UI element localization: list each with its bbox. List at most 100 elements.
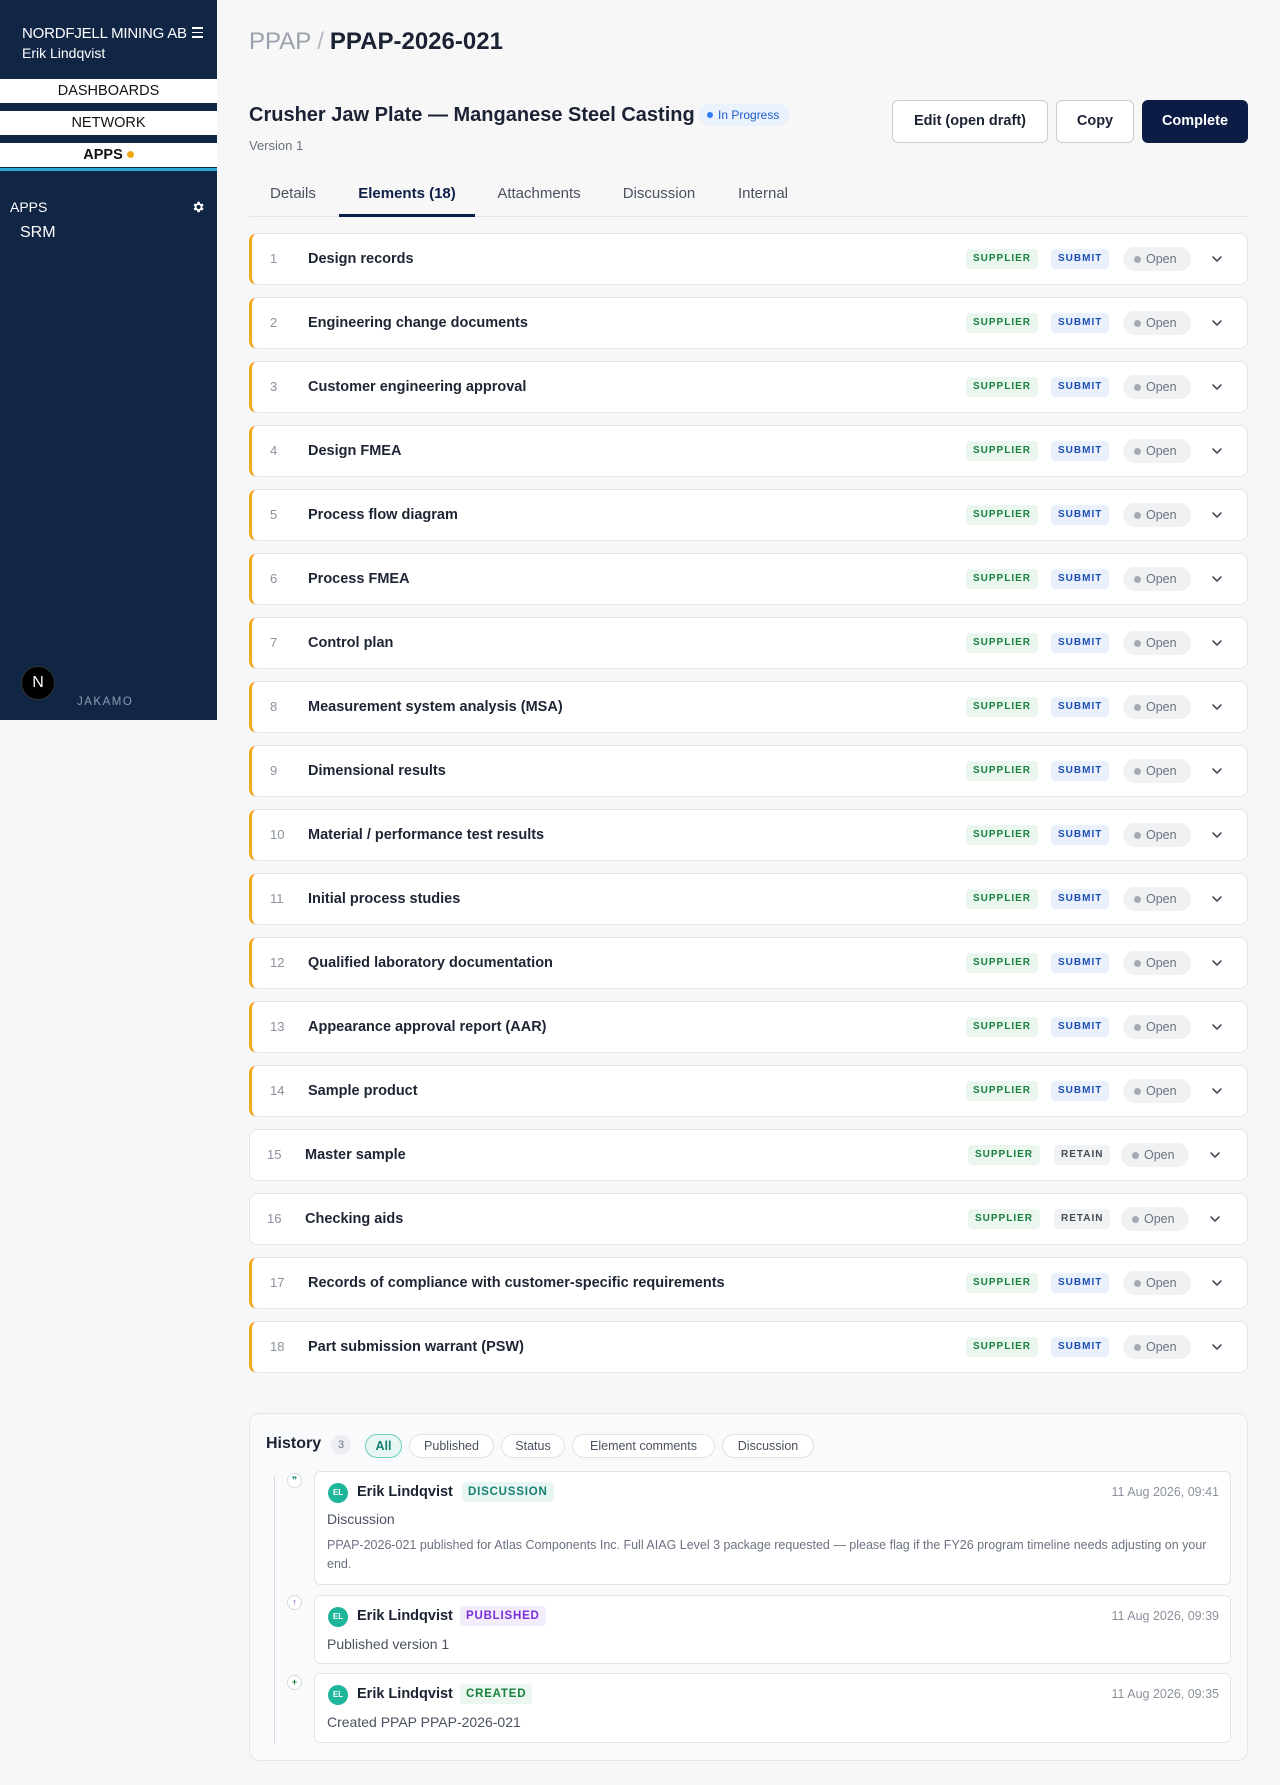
role-tag: SUPPLIER [966,377,1039,397]
status-badge: Open [1121,1207,1189,1231]
chevron-down-icon[interactable] [1210,252,1224,266]
element-row[interactable]: 6 Process FMEA SUPPLIER SUBMIT Open [249,553,1248,605]
chevron-down-icon[interactable] [1208,1212,1222,1226]
user-name[interactable]: Erik Lindqvist [22,44,105,62]
element-row[interactable]: 2 Engineering change documents SUPPLIER SUB… [249,297,1248,349]
action-tag: SUBMIT [1051,1081,1110,1101]
element-row[interactable]: 10 Material / performance test results SUP… [249,809,1248,861]
chevron-down-icon[interactable] [1210,572,1224,586]
complete-button[interactable]: Complete [1142,100,1248,143]
entry-author: Erik Lindqvist [357,1608,453,1624]
status-label: Open [1146,444,1177,458]
element-title: Records of compliance with customer-spec… [308,1275,725,1291]
tab-attachments[interactable]: Attachments [493,180,585,217]
tab-elements[interactable]: Elements (18) [339,180,475,217]
history-panel: History 3 All Published Status Element c… [249,1413,1248,1761]
status-label: Open [1144,1148,1175,1162]
filter-discussion[interactable]: Discussion [722,1434,814,1458]
status-badge: Open [1123,375,1191,399]
entry-summary: Published version 1 [327,1636,450,1652]
logo-icon: N [21,666,55,700]
element-number: 2 [270,315,278,330]
tab-details[interactable]: Details [270,180,316,217]
element-title: Process flow diagram [308,507,458,523]
role-tag: SUPPLIER [966,697,1039,717]
status-badge: Open [1123,1271,1191,1295]
element-row[interactable]: 15 Master sample SUPPLIER RETAIN Open [249,1129,1248,1181]
chevron-down-icon[interactable] [1210,636,1224,650]
app-item-srm[interactable]: SRM [20,224,56,242]
chevron-down-icon[interactable] [1210,828,1224,842]
role-tag: SUPPLIER [966,953,1039,973]
element-row[interactable]: 13 Appearance approval report (AAR) SUPPLI… [249,1001,1248,1053]
element-row[interactable]: 8 Measurement system analysis (MSA) SUPPLI… [249,681,1248,733]
chevron-down-icon[interactable] [1210,380,1224,394]
chevron-down-icon[interactable] [1210,1084,1224,1098]
element-row[interactable]: 3 Customer engineering approval SUPPLIER SU… [249,361,1248,413]
action-tag: SUBMIT [1051,1017,1110,1037]
element-row[interactable]: 11 Initial process studies SUPPLIER SUBMIT O… [249,873,1248,925]
chevron-down-icon[interactable] [1210,508,1224,522]
status-badge: Open [1123,1335,1191,1359]
element-number: 16 [267,1211,282,1226]
element-row[interactable]: 16 Checking aids SUPPLIER RETAIN Open [249,1193,1248,1245]
filter-all[interactable]: All [365,1434,402,1458]
hamburger-menu-icon[interactable] [192,24,204,42]
element-title: Process FMEA [308,571,410,587]
chevron-down-icon[interactable] [1210,700,1224,714]
copy-button[interactable]: Copy [1056,100,1134,143]
chevron-down-icon[interactable] [1210,444,1224,458]
element-row[interactable]: 17 Records of compliance with customer-sp… [249,1257,1248,1309]
role-tag: SUPPLIER [966,825,1039,845]
entry-author: Erik Lindqvist [357,1484,453,1500]
edit-open-draft-button[interactable]: Edit (open draft) [892,100,1048,143]
status-label: Open [1146,252,1177,266]
chevron-down-icon[interactable] [1208,1148,1222,1162]
breadcrumb-root[interactable]: PPAP [249,28,311,55]
status-dot [1134,320,1141,327]
element-title: Checking aids [305,1211,404,1227]
role-tag: SUPPLIER [966,889,1039,909]
status-label: Open [1146,1340,1177,1354]
entry-summary: Discussion [327,1511,395,1527]
notification-dot [126,151,134,158]
nav-apps-label: APPS [83,147,123,163]
chevron-down-icon[interactable] [1210,1340,1224,1354]
action-tag: SUBMIT [1051,377,1110,397]
element-row[interactable]: 14 Sample product SUPPLIER SUBMIT Open [249,1065,1248,1117]
filter-element-comments[interactable]: Element comments [572,1434,715,1458]
element-row[interactable]: 9 Dimensional results SUPPLIER SUBMIT Open [249,745,1248,797]
element-row[interactable]: 5 Process flow diagram SUPPLIER SUBMIT Open [249,489,1248,541]
nav-network[interactable]: NETWORK [0,111,217,135]
entry-type-badge: PUBLISHED [460,1606,546,1626]
chevron-down-icon[interactable] [1210,892,1224,906]
action-tag: SUBMIT [1051,889,1110,909]
gear-icon[interactable] [191,200,205,214]
chevron-down-icon[interactable] [1210,764,1224,778]
filter-published[interactable]: Published [409,1434,494,1458]
element-row[interactable]: 12 Qualified laboratory documentation SUPP… [249,937,1248,989]
nav-dashboards[interactable]: DASHBOARDS [0,79,217,103]
avatar: EL [328,1483,348,1503]
element-row[interactable]: 4 Design FMEA SUPPLIER SUBMIT Open [249,425,1248,477]
element-row[interactable]: 18 Part submission warrant (PSW) SUPPLIER S… [249,1321,1248,1373]
tab-discussion[interactable]: Discussion [620,180,698,217]
status-dot [1132,1216,1139,1223]
chevron-down-icon[interactable] [1210,956,1224,970]
status-badge: Open [1123,951,1191,975]
status-badge: Open [1123,631,1191,655]
nav-apps[interactable]: APPS [0,143,217,171]
history-entry: EL Erik Lindqvist DISCUSSION 11 Aug 2026… [314,1471,1231,1585]
element-number: 6 [270,571,278,586]
element-row[interactable]: 7 Control plan SUPPLIER SUBMIT Open [249,617,1248,669]
element-row[interactable]: 1 Design records SUPPLIER SUBMIT Open [249,233,1248,285]
action-tag: SUBMIT [1051,761,1110,781]
filter-status[interactable]: Status [501,1434,565,1458]
chevron-down-icon[interactable] [1210,1276,1224,1290]
element-title: Part submission warrant (PSW) [308,1339,524,1355]
status-label: Open [1144,1212,1175,1226]
tab-internal[interactable]: Internal [736,180,790,217]
status-badge: Open [1123,311,1191,335]
chevron-down-icon[interactable] [1210,1020,1224,1034]
chevron-down-icon[interactable] [1210,316,1224,330]
